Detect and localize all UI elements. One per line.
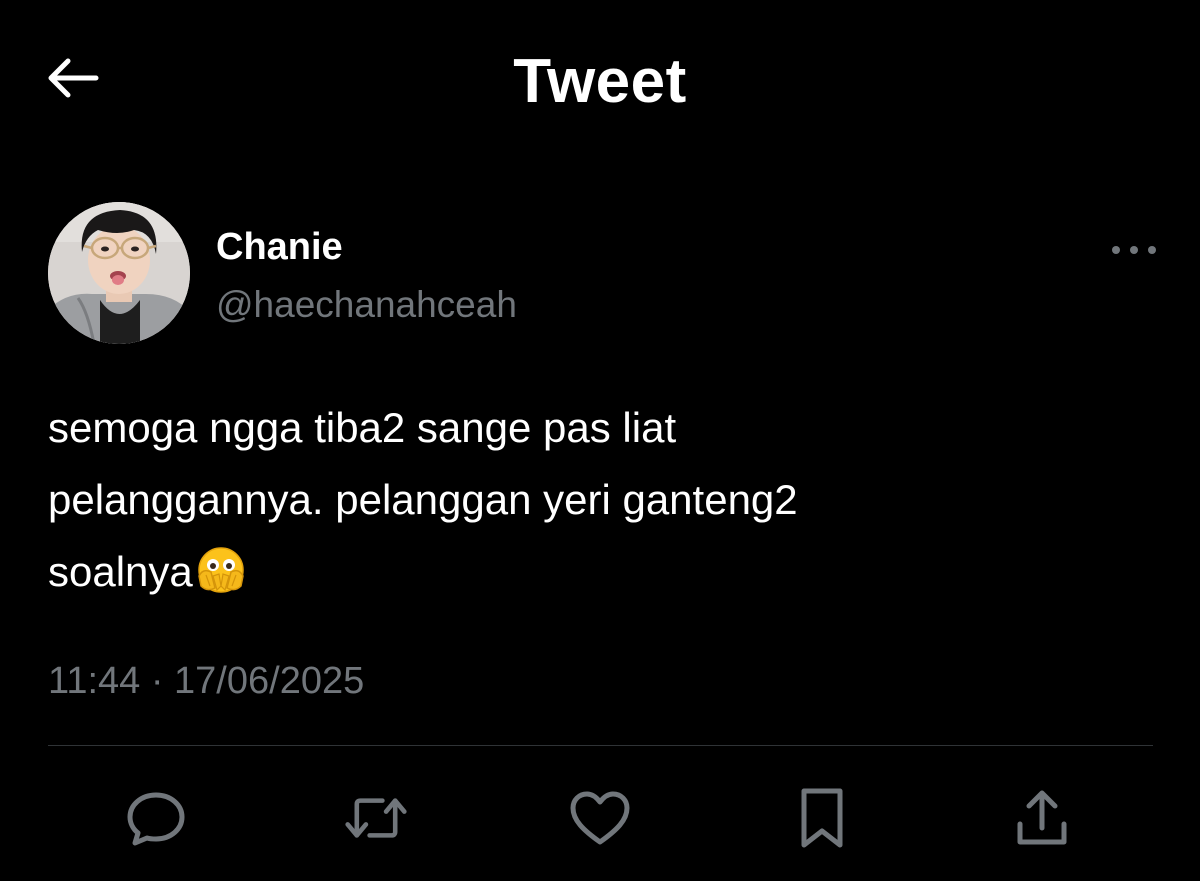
avatar[interactable] (48, 202, 190, 344)
ellipsis-icon-dot (1148, 246, 1156, 254)
page-title: Tweet (513, 47, 687, 116)
face-with-open-eyes-and-hand-over-mouth-emoji (197, 544, 245, 593)
author-display-name[interactable]: Chanie (216, 226, 343, 269)
divider (48, 745, 1153, 746)
bookmark-icon (801, 788, 843, 848)
comment-icon (127, 792, 185, 846)
tweet-text-line: pelanggannya. pelanggan yeri ganteng2 (48, 476, 798, 523)
author-handle[interactable]: @haechanahceah (216, 284, 517, 326)
ellipsis-icon (1112, 246, 1120, 254)
reply-button[interactable] (124, 786, 188, 850)
tweet-timestamp: 11:44 · 17/06/2025 (48, 660, 365, 702)
retweet-icon (345, 798, 407, 838)
share-button[interactable] (1010, 786, 1074, 850)
tweet-text: semoga ngga tiba2 sange pas liat pelangg… (48, 392, 1128, 608)
tweet-text-line: semoga ngga tiba2 sange pas liat (48, 404, 677, 451)
retweet-button[interactable] (344, 786, 408, 850)
tweet-text-line: soalnya (48, 548, 193, 595)
like-button[interactable] (568, 786, 632, 850)
top-bar: Tweet (0, 0, 1200, 160)
share-icon (1017, 790, 1067, 845)
tweet-text-line-last: soalnya (48, 536, 1128, 608)
profile-photo (48, 202, 190, 344)
heart-icon (570, 791, 630, 845)
more-options-button[interactable] (1112, 236, 1156, 264)
bookmark-button[interactable] (790, 786, 854, 850)
ellipsis-icon-dot (1130, 246, 1138, 254)
